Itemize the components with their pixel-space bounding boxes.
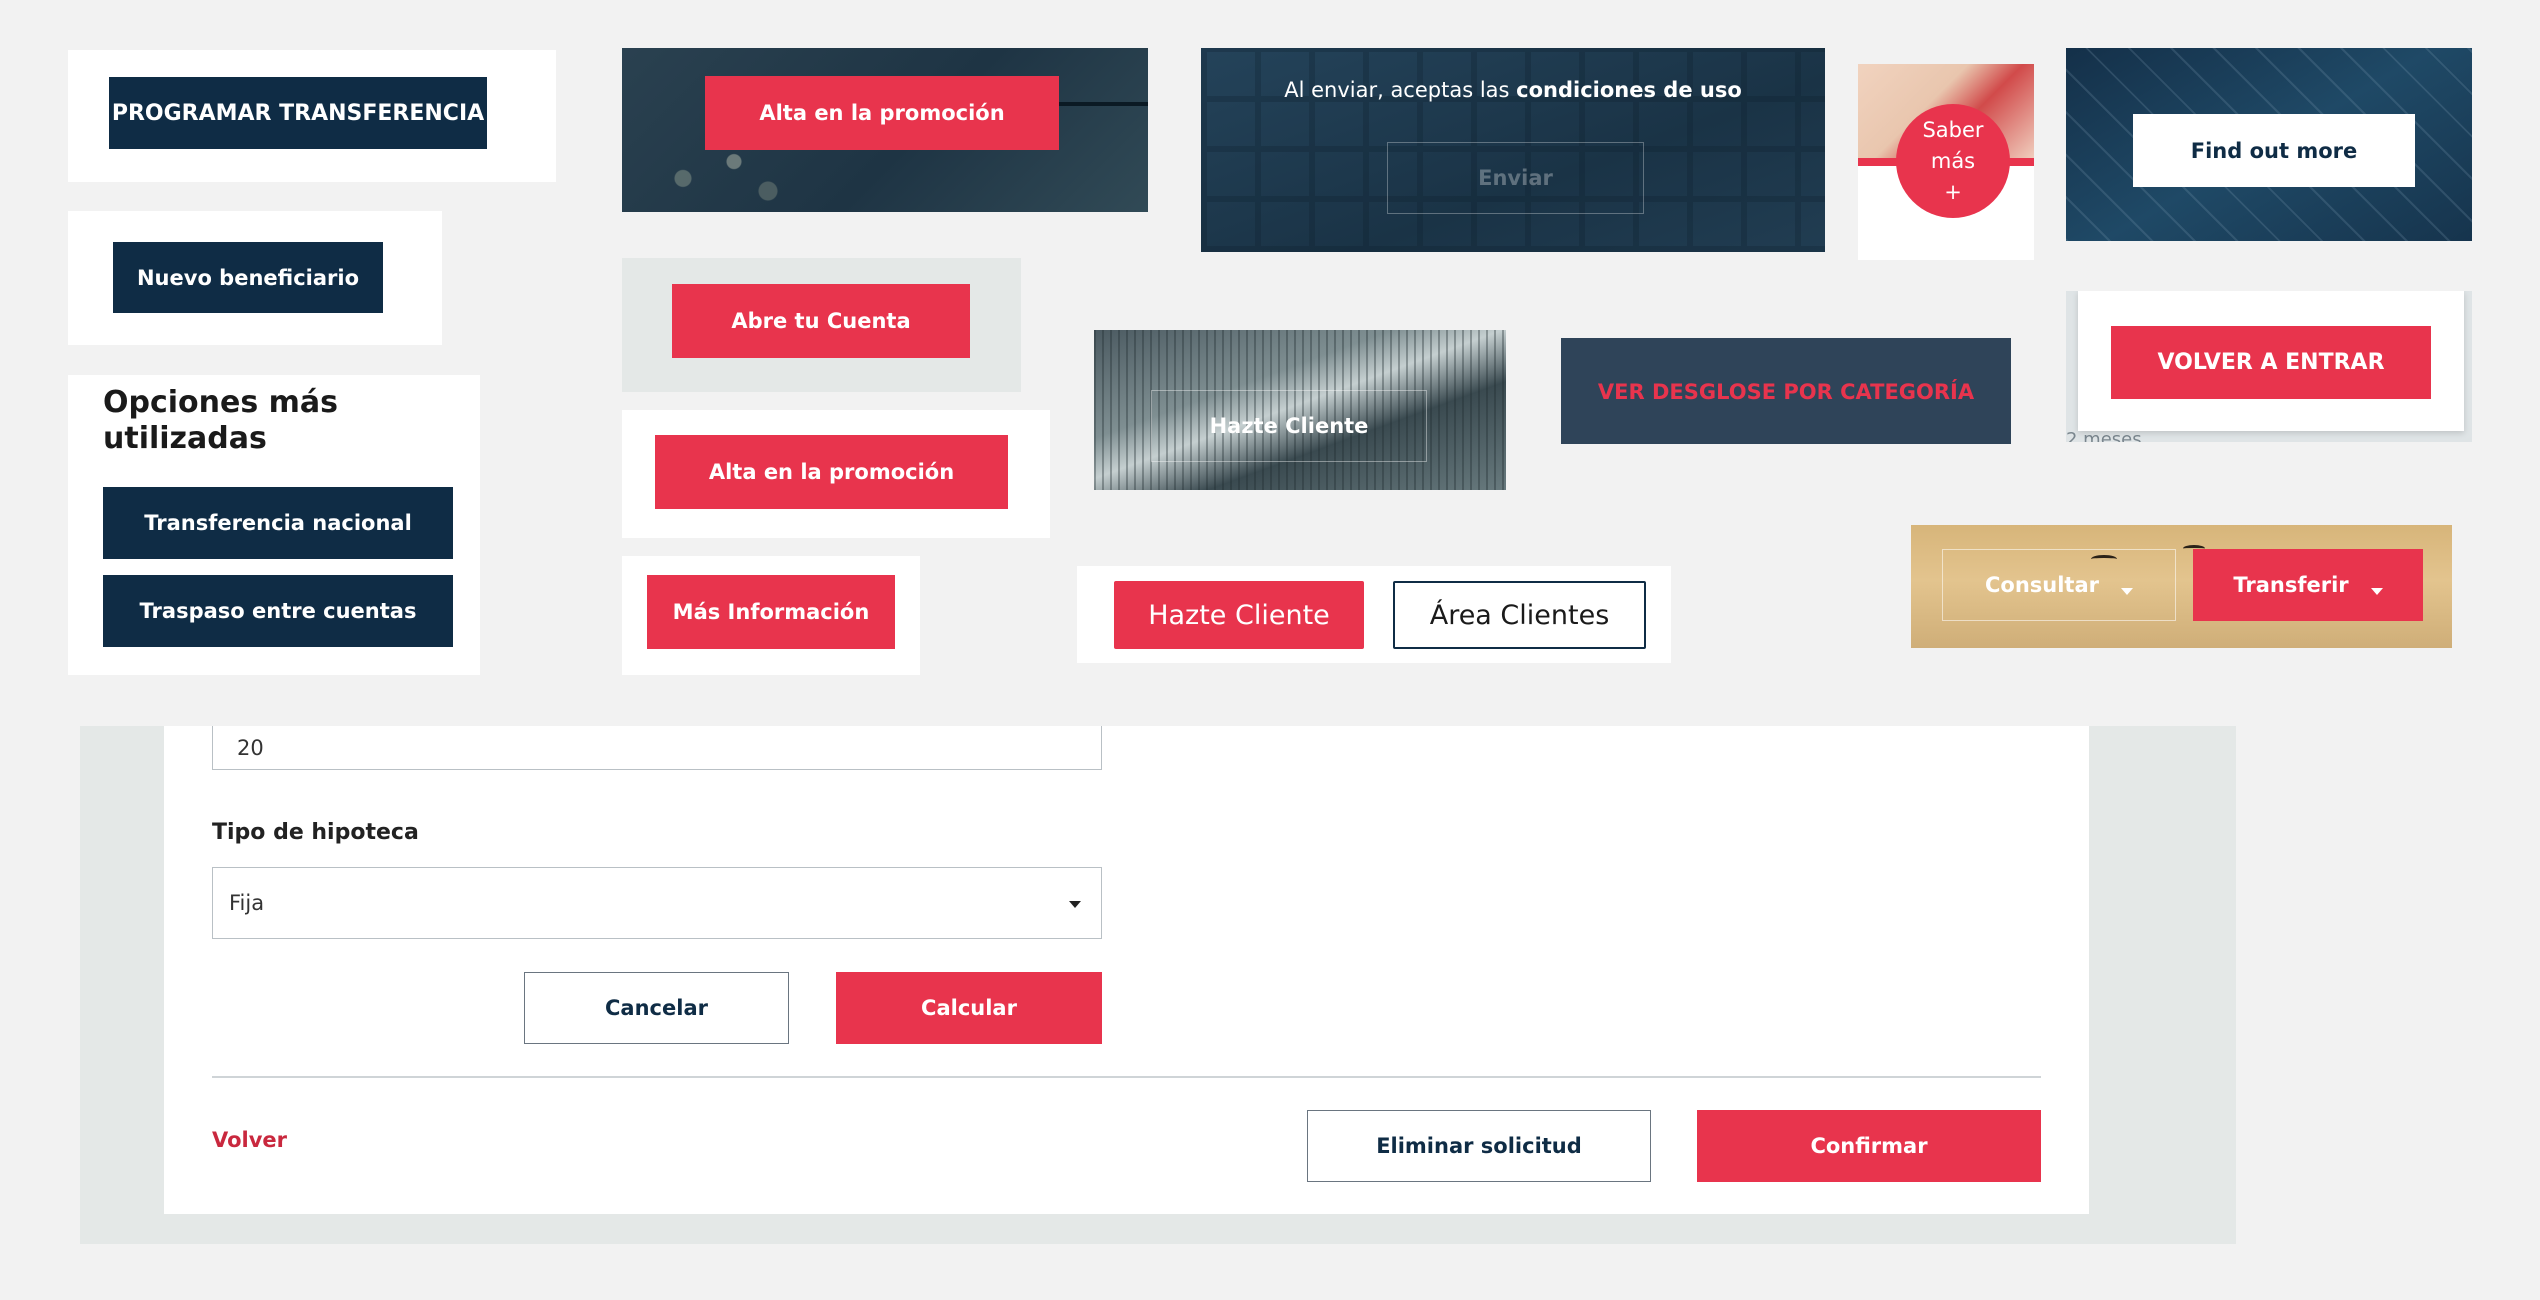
mas-informacion-card: Más Información: [622, 556, 920, 675]
find-out-banner: Find out more: [2066, 48, 2472, 241]
nuevo-beneficiario-button[interactable]: Nuevo beneficiario: [113, 242, 383, 313]
sunset-banner: Consultar Transferir: [1911, 525, 2452, 648]
tipo-hipoteca-select[interactable]: Fija: [212, 867, 1102, 939]
volver-entrar-panel: 2 meses VOLVER A ENTRAR: [2066, 291, 2472, 442]
ver-desglose-button[interactable]: VER DESGLOSE POR CATEGORÍA: [1561, 364, 2011, 420]
programar-card: PROGRAMAR TRANSFERENCIA: [68, 50, 556, 182]
mas-informacion-button[interactable]: Más Información: [647, 575, 895, 649]
enviar-button[interactable]: Enviar: [1387, 142, 1644, 214]
nuevo-beneficiario-card: Nuevo beneficiario: [68, 211, 442, 345]
form-card: 20 Tipo de hipoteca Fija Cancelar Calcul…: [164, 726, 2089, 1214]
alta-promocion-top-button[interactable]: Alta en la promoción: [705, 76, 1059, 150]
plus-icon: +: [1944, 179, 1962, 204]
enviar-terms-text: Al enviar, aceptas las condiciones de us…: [1201, 78, 1825, 102]
transferir-dropdown[interactable]: Transferir: [2193, 549, 2423, 621]
programar-transferencia-button[interactable]: PROGRAMAR TRANSFERENCIA: [109, 77, 487, 149]
volver-link[interactable]: Volver: [212, 1128, 287, 1152]
transferir-label: Transferir: [2233, 573, 2349, 597]
chevron-down-icon: [2121, 587, 2133, 595]
tipo-hipoteca-value: Fija: [229, 891, 265, 915]
opciones-card: Opciones más utilizadas Transferencia na…: [68, 375, 480, 675]
hazte-cliente-button[interactable]: Hazte Cliente: [1114, 581, 1364, 649]
confirmar-button[interactable]: Confirmar: [1697, 1110, 2041, 1182]
enviar-banner: Al enviar, aceptas las condiciones de us…: [1201, 48, 1825, 252]
alta-promocion-bottom-button[interactable]: Alta en la promoción: [655, 435, 1008, 509]
traspaso-entre-cuentas-button[interactable]: Traspaso entre cuentas: [103, 575, 453, 647]
eliminar-solicitud-button[interactable]: Eliminar solicitud: [1307, 1110, 1651, 1182]
saber-mas-button[interactable]: Saber más +: [1896, 104, 2010, 218]
opciones-title: Opciones más utilizadas: [103, 385, 339, 456]
tipo-hipoteca-label: Tipo de hipoteca: [212, 820, 419, 845]
chevron-down-icon: [2370, 587, 2383, 595]
cancelar-button[interactable]: Cancelar: [524, 972, 789, 1044]
form-panel-bg: 20 Tipo de hipoteca Fija Cancelar Calcul…: [80, 726, 2236, 1244]
form-divider: [212, 1076, 2041, 1078]
hazte-cliente-photo-button[interactable]: Hazte Cliente: [1151, 390, 1427, 462]
terms-link[interactable]: condiciones de uso: [1516, 78, 1742, 102]
calcular-button[interactable]: Calcular: [836, 972, 1102, 1044]
promo-photo-banner: Alta en la promoción: [622, 48, 1148, 212]
hazte-photo-banner: Hazte Cliente: [1094, 330, 1506, 490]
abre-cuenta-button[interactable]: Abre tu Cuenta: [672, 284, 970, 358]
hazte-area-card: Hazte Cliente Área Clientes: [1077, 566, 1671, 663]
find-out-more-button[interactable]: Find out more: [2133, 114, 2415, 187]
terms-prefix: Al enviar, aceptas las: [1284, 78, 1510, 102]
transferencia-nacional-button[interactable]: Transferencia nacional: [103, 487, 453, 559]
volver-a-entrar-button[interactable]: VOLVER A ENTRAR: [2111, 326, 2431, 399]
years-value: 20: [237, 735, 264, 760]
years-input[interactable]: 20: [212, 726, 1102, 770]
saber-mas-line1: Saber: [1922, 117, 1984, 142]
saber-mas-card: Saber más +: [1858, 64, 2034, 260]
promo-card: Alta en la promoción: [622, 410, 1050, 538]
consultar-dropdown[interactable]: Consultar: [1942, 549, 2176, 621]
saber-mas-line2: más: [1930, 148, 1976, 173]
volver-entrar-modal: VOLVER A ENTRAR: [2078, 291, 2464, 431]
chevron-down-icon: [1069, 901, 1081, 908]
consultar-label: Consultar: [1984, 573, 2099, 597]
desglose-banner: VER DESGLOSE POR CATEGORÍA: [1561, 338, 2011, 444]
abre-cuenta-card: Abre tu Cuenta: [622, 258, 1021, 392]
area-clientes-button[interactable]: Área Clientes: [1393, 581, 1646, 649]
